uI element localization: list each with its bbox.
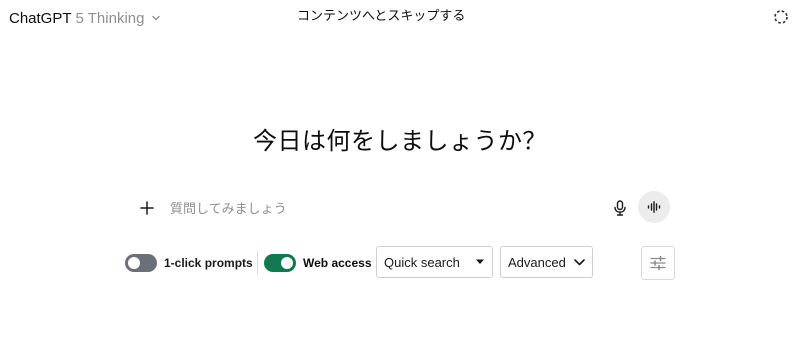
web-access-toggle[interactable]: Web access	[264, 254, 372, 272]
dictate-button[interactable]	[608, 196, 632, 220]
add-attachment-button[interactable]	[135, 196, 159, 220]
chevron-down-icon	[152, 15, 161, 21]
model-name: ChatGPT	[9, 9, 72, 27]
temporary-chat-icon	[774, 10, 788, 24]
voice-waveform-icon	[647, 201, 661, 213]
settings-button[interactable]	[641, 246, 675, 280]
page-headline: 今日は何をしましょうか？	[253, 127, 547, 155]
one-click-prompts-label: 1-click prompts	[164, 256, 253, 270]
advanced-label: Advanced	[508, 254, 566, 270]
sliders-icon	[650, 256, 666, 270]
plus-icon	[140, 201, 154, 215]
toggle-switch-off[interactable]	[125, 254, 157, 272]
skip-to-content-link[interactable]: コンテンツへとスキップする	[297, 7, 465, 25]
model-version: 5 Thinking	[75, 9, 145, 27]
web-access-label: Web access	[303, 256, 372, 270]
chevron-down-icon	[574, 258, 585, 265]
prompt-input[interactable]	[168, 197, 592, 221]
temporary-chat-button[interactable]	[772, 8, 790, 26]
composer-toolbar: 1-click prompts Web access Quick search …	[125, 246, 685, 280]
advanced-select[interactable]: Advanced	[500, 246, 593, 278]
toolbar-divider	[257, 251, 258, 275]
toggle-knob	[281, 257, 293, 269]
toggle-knob	[128, 257, 140, 269]
composer	[127, 186, 675, 230]
toggle-switch-on[interactable]	[264, 254, 296, 272]
one-click-prompts-toggle[interactable]: 1-click prompts	[125, 254, 253, 272]
voice-mode-button[interactable]	[638, 191, 670, 223]
search-mode-value: Quick search	[384, 254, 460, 270]
search-mode-select[interactable]: Quick search	[376, 246, 493, 278]
microphone-icon	[614, 200, 626, 216]
model-switcher[interactable]: ChatGPT 5 Thinking	[9, 7, 162, 29]
caret-down-icon	[476, 259, 484, 264]
